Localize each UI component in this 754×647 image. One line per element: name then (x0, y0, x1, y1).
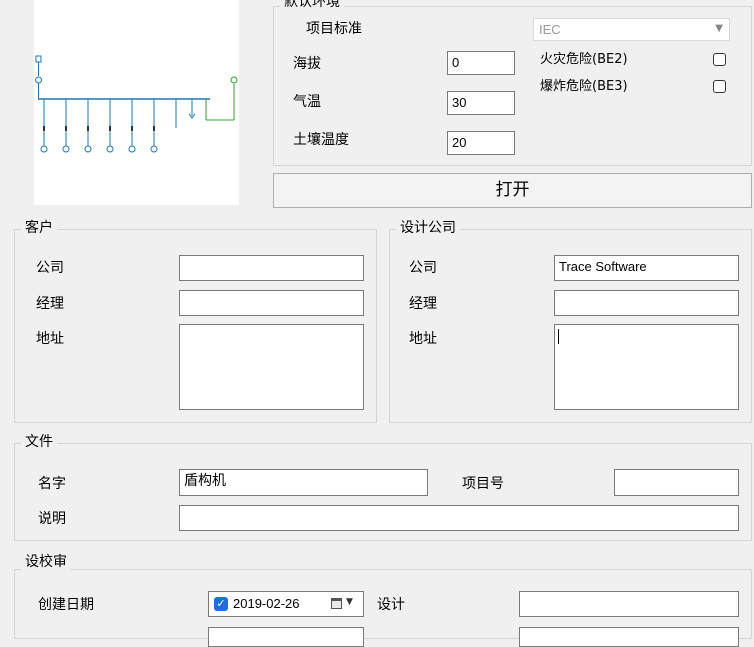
fire-hazard-label: 火灾危险(BE2) (540, 52, 628, 67)
temperature-input[interactable]: 30 (447, 91, 515, 115)
open-button[interactable]: 打开 (273, 173, 752, 208)
altitude-input[interactable]: 0 (447, 51, 515, 75)
explosion-hazard-label: 爆炸危险(BE3) (540, 79, 628, 94)
soil-temp-label: 土壤温度 (293, 132, 349, 148)
review-group-title: 设校审 (21, 554, 71, 570)
design-manager-input[interactable] (554, 290, 739, 316)
file-name-input[interactable]: 盾构机 (179, 469, 428, 496)
standard-label: 项目标准 (306, 21, 362, 37)
project-number-label: 项目号 (462, 476, 504, 492)
text-cursor (558, 329, 559, 344)
diagram-preview (34, 0, 239, 205)
client-manager-label: 经理 (36, 296, 64, 312)
created-date-checkbox[interactable]: ✓ (214, 597, 228, 611)
diagram-source-box (35, 55, 42, 63)
client-group-title: 客户 (21, 220, 57, 236)
chevron-down-icon: ▼ (715, 23, 723, 34)
client-address-label: 地址 (36, 331, 64, 347)
next-row-date-picker[interactable] (208, 627, 364, 647)
created-date-value: 2019-02-26 (233, 596, 300, 611)
design-company-input[interactable]: Trace Software (554, 255, 739, 281)
created-date-label: 创建日期 (38, 597, 94, 613)
env-group-title: 默认环境 (280, 0, 344, 10)
design-company-label: 公司 (409, 260, 437, 276)
file-description-label: 说明 (38, 511, 66, 527)
design-group-title: 设计公司 (396, 220, 460, 236)
review-design-input[interactable] (519, 591, 739, 617)
created-date-picker[interactable]: ✓ 2019-02-26 ▼ (208, 591, 364, 617)
diagram-green-branch (205, 76, 238, 121)
calendar-icon[interactable] (331, 598, 342, 609)
design-address-textarea[interactable] (554, 324, 739, 410)
project-number-input[interactable] (614, 469, 739, 496)
diagram-feeders (40, 99, 196, 153)
explosion-hazard-checkbox[interactable] (713, 80, 726, 93)
diagram-transformer (35, 76, 42, 84)
next-row-input[interactable] (519, 627, 739, 647)
design-address-label: 地址 (409, 331, 437, 347)
chevron-down-icon[interactable]: ▼ (346, 597, 353, 607)
altitude-label: 海拔 (293, 56, 321, 72)
file-name-label: 名字 (38, 476, 66, 492)
single-line-diagram (35, 55, 238, 153)
file-description-input[interactable] (179, 505, 739, 531)
client-company-label: 公司 (36, 260, 64, 276)
client-company-input[interactable] (179, 255, 364, 281)
design-manager-label: 经理 (409, 296, 437, 312)
temperature-label: 气温 (293, 94, 321, 110)
standard-value: IEC (539, 22, 561, 37)
file-group-title: 文件 (21, 434, 57, 450)
client-address-textarea[interactable] (179, 324, 364, 410)
review-design-label: 设计 (377, 597, 405, 613)
standard-dropdown[interactable]: IEC ▼ (533, 18, 730, 41)
soil-temp-input[interactable]: 20 (447, 131, 515, 155)
client-manager-input[interactable] (179, 290, 364, 316)
fire-hazard-checkbox[interactable] (713, 53, 726, 66)
